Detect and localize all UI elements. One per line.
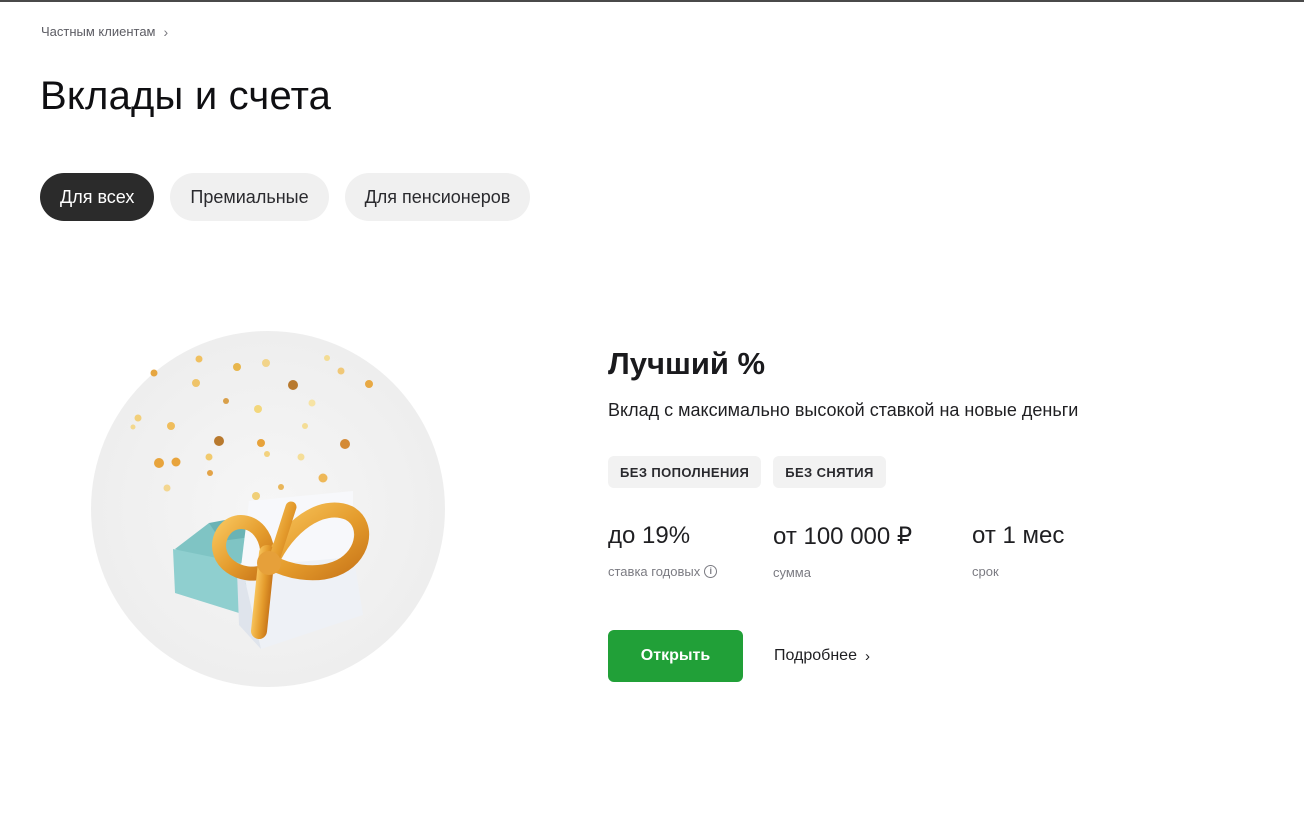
badge-no-topup: БЕЗ ПОПОЛНЕНИЯ [608,456,762,488]
stat-amount-label: сумма [773,565,811,580]
page-title: Вклады и счета [40,74,332,118]
product-badges: БЕЗ ПОПОЛНЕНИЯ БЕЗ СНЯТИЯ [608,456,886,488]
tab-for-all[interactable]: Для всех [40,173,155,221]
stat-term: от 1 мес срок [972,522,1064,579]
more-link[interactable]: Подробнее › [774,647,870,665]
chevron-right-icon: › [864,647,870,665]
gift-box-illustration [91,331,445,687]
badge-no-withdrawal: БЕЗ СНЯТИЯ [773,456,886,488]
breadcrumb: Частным клиентам › [41,24,168,39]
product-title: Лучший % [608,346,766,381]
more-link-label[interactable]: Подробнее [774,647,857,665]
tab-pensioners[interactable]: Для пенсионеров [344,173,531,221]
stat-rate-label: ставка годовых [608,564,701,579]
stat-rate: до 19% ставка годовых i [608,522,718,579]
stat-term-value: от 1 мес [972,522,1065,549]
stat-amount-value: от 100 000 ₽ [773,523,913,550]
product-description: Вклад с максимально высокой ставкой на н… [608,400,1079,420]
open-button[interactable]: Открыть [608,630,743,682]
info-icon[interactable]: i [704,565,718,578]
breadcrumb-link[interactable]: Частным клиентам [41,24,156,39]
tabs: Для всех Премиальные Для пенсионеров [40,173,531,221]
stat-amount: от 100 000 ₽ сумма [773,522,912,580]
stat-term-label: срок [972,564,999,579]
tab-premium[interactable]: Премиальные [170,173,329,221]
chevron-right-icon: › [163,23,169,40]
top-divider [0,0,1304,2]
stat-rate-value: до 19% [608,522,691,549]
